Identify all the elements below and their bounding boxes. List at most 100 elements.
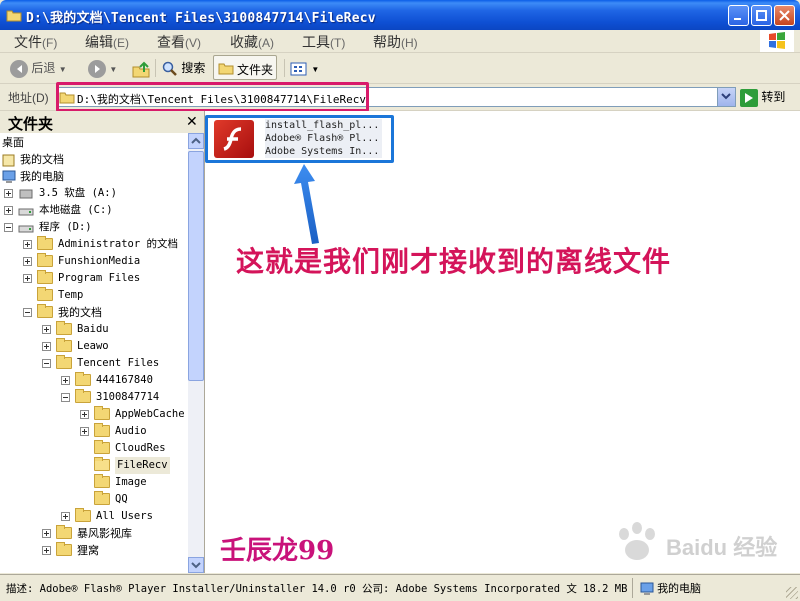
menu-file[interactable]: 文件(F)	[14, 32, 57, 52]
menu-help[interactable]: 帮助(H)	[373, 32, 418, 52]
folder-icon	[37, 236, 53, 250]
expand-icon[interactable]	[61, 512, 70, 521]
menu-label: 查看	[157, 34, 185, 50]
menu-favorites[interactable]: 收藏(A)	[230, 32, 274, 52]
collapse-icon[interactable]	[4, 223, 13, 232]
toolbar: 后退 ▼ ▼ 搜索 ▼	[0, 53, 800, 84]
open-folder-icon	[94, 457, 110, 471]
baidu-watermark: Baidu 经验	[612, 520, 788, 566]
hard-drive-icon	[18, 225, 34, 233]
close-icon[interactable]: ✕	[186, 113, 198, 130]
search-button[interactable]: 搜索	[162, 57, 205, 79]
tree-item-label: 桌面	[2, 136, 24, 149]
up-folder-button[interactable]	[132, 57, 150, 79]
expand-icon[interactable]	[23, 257, 32, 266]
expand-icon[interactable]	[42, 529, 51, 538]
expand-icon[interactable]	[80, 427, 89, 436]
expand-icon[interactable]	[42, 546, 51, 555]
menu-label: 工具	[302, 34, 330, 50]
tree-item-label: Administrator 的文档	[58, 238, 179, 250]
folder-icon	[56, 355, 72, 369]
folders-button[interactable]: 文件夹	[213, 55, 277, 80]
address-dropdown-button[interactable]	[717, 88, 735, 106]
tree-item-label: 狸窝	[77, 544, 99, 557]
folder-icon	[37, 253, 53, 267]
folder-icon	[37, 270, 53, 284]
folder-pane-scrollbar[interactable]	[188, 133, 204, 573]
folder-icon	[94, 440, 110, 454]
menu-accelerator: (A)	[258, 36, 274, 50]
watermark-text: Baidu 经验	[666, 535, 778, 560]
tree-item-label: 我的文档	[20, 153, 64, 166]
scroll-down-button[interactable]	[188, 557, 204, 573]
computer-icon	[640, 582, 654, 596]
folder-icon	[56, 321, 72, 335]
folder-icon	[37, 304, 53, 318]
folders-label: 文件夹	[237, 63, 274, 77]
status-bar: 描述: Adobe® Flash® Player Installer/Unins…	[0, 574, 800, 601]
hard-drive-icon	[18, 208, 34, 216]
floppy-drive-icon	[19, 189, 33, 199]
maximize-button[interactable]	[751, 5, 772, 26]
menu-label: 文件	[14, 34, 42, 50]
collapse-icon[interactable]	[23, 308, 32, 317]
folder-icon	[94, 491, 110, 505]
expand-icon[interactable]	[61, 376, 70, 385]
tree-item-label: Program Files	[58, 272, 141, 284]
menu-accelerator: (V)	[185, 36, 201, 50]
folder-icon	[56, 338, 72, 352]
expand-icon[interactable]	[42, 325, 51, 334]
folder-pane-title: 文件夹	[8, 116, 54, 133]
expand-icon[interactable]	[23, 274, 32, 283]
tree-item-label: Temp	[58, 289, 84, 301]
menu-tools[interactable]: 工具(T)	[302, 32, 345, 52]
folder-icon	[94, 474, 110, 488]
menu-view[interactable]: 查看(V)	[157, 32, 201, 52]
tree-item-label: 我的电脑	[20, 170, 64, 183]
tree-item-label: Leawo	[77, 340, 109, 352]
expand-icon[interactable]	[42, 342, 51, 351]
menu-accelerator: (E)	[113, 36, 129, 50]
minimize-icon	[734, 18, 741, 20]
tree-item-label: Tencent Files	[77, 357, 160, 369]
chevron-up-icon	[191, 137, 201, 144]
expand-icon[interactable]	[4, 206, 13, 215]
back-button[interactable]: 后退 ▼	[10, 57, 67, 79]
toolbar-divider	[155, 59, 156, 77]
go-button[interactable]: 转到	[740, 87, 785, 107]
folder-icon	[75, 372, 91, 386]
tree-item-label: 3.5 软盘 (A:)	[39, 187, 117, 199]
menu-label: 收藏	[230, 34, 258, 50]
title-bar[interactable]: D:\我的文档\Tencent Files\3100847714\FileRec…	[0, 0, 800, 30]
documents-icon	[2, 154, 15, 167]
tree-item-label: FunshionMedia	[58, 255, 141, 267]
collapse-icon[interactable]	[61, 393, 70, 402]
computer-icon	[2, 170, 16, 183]
folder-pane-header: 文件夹 ✕	[0, 111, 204, 133]
menu-edit[interactable]: 编辑(E)	[85, 32, 129, 52]
scrollbar-thumb[interactable]	[188, 151, 204, 381]
close-button[interactable]	[774, 5, 795, 26]
chevron-down-icon: ▼	[311, 65, 320, 74]
views-button[interactable]: ▼	[290, 57, 319, 79]
forward-arrow-icon	[88, 59, 106, 78]
expand-icon[interactable]	[23, 240, 32, 249]
expand-icon[interactable]	[80, 410, 89, 419]
menu-accelerator: (H)	[401, 36, 418, 50]
menu-accelerator: (F)	[42, 36, 58, 50]
folder-icon	[94, 406, 110, 420]
forward-button[interactable]: ▼	[88, 57, 117, 79]
expand-icon[interactable]	[4, 189, 13, 198]
back-arrow-icon	[10, 59, 28, 78]
menu-label: 编辑	[85, 34, 113, 50]
address-highlight-box	[56, 82, 369, 112]
tree-item-label: 3100847714	[96, 391, 160, 403]
resize-grip[interactable]	[786, 587, 798, 599]
tree-item-label: Baidu	[77, 323, 109, 335]
minimize-button[interactable]	[728, 5, 749, 26]
collapse-icon[interactable]	[42, 359, 51, 368]
folder-icon	[94, 423, 110, 437]
chevron-down-icon	[721, 93, 731, 100]
scroll-up-button[interactable]	[188, 133, 204, 149]
tree-item-label: FileRecv	[115, 457, 170, 474]
